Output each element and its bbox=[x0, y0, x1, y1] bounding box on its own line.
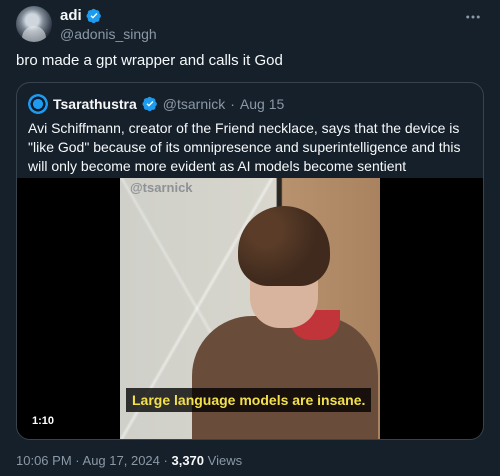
quoted-author-handle[interactable]: @tsarnick bbox=[163, 96, 225, 112]
tweet-header: adi @adonis_singh bbox=[16, 6, 484, 46]
author-name[interactable]: adi bbox=[60, 7, 82, 24]
tweet-time[interactable]: 10:06 PM bbox=[16, 453, 72, 468]
video-player[interactable]: @tsarnick Large language models are insa… bbox=[17, 178, 483, 439]
tweet-footer: 10:06 PM · Aug 17, 2024 · 3,370 Views bbox=[16, 453, 242, 468]
verified-badge-icon bbox=[142, 96, 157, 112]
video-watermark: @tsarnick bbox=[130, 180, 193, 195]
video-caption: Large language models are insane. bbox=[126, 388, 372, 412]
person-shirt bbox=[192, 316, 378, 439]
views-label: Views bbox=[207, 453, 243, 468]
separator-dot: · bbox=[75, 453, 80, 468]
quoted-tweet-text: Avi Schiffmann, creator of the Friend ne… bbox=[28, 120, 461, 174]
separator-dot: · bbox=[163, 453, 168, 468]
author-name-row: adi bbox=[60, 7, 102, 24]
more-dots-icon bbox=[466, 15, 480, 19]
quoted-tweet[interactable]: Tsarathustra @tsarnick · Aug 15 Avi Schi… bbox=[16, 82, 484, 440]
video-duration: 1:10 bbox=[29, 414, 58, 428]
person-hair bbox=[238, 206, 330, 286]
tweet-text: bro made a gpt wrapper and calls it God bbox=[16, 52, 283, 69]
author-avatar[interactable] bbox=[16, 6, 52, 42]
verified-badge-icon bbox=[86, 8, 101, 23]
separator-dot: · bbox=[230, 96, 235, 112]
author-handle[interactable]: @adonis_singh bbox=[60, 26, 157, 42]
more-icon[interactable] bbox=[464, 8, 482, 31]
views-count: 3,370 bbox=[171, 453, 205, 468]
quoted-tweet-date[interactable]: Aug 15 bbox=[240, 96, 284, 112]
quoted-author-avatar[interactable] bbox=[28, 94, 48, 114]
quoted-author-name[interactable]: Tsarathustra bbox=[53, 96, 137, 112]
tweet-date[interactable]: Aug 17, 2024 bbox=[83, 453, 160, 468]
quoted-tweet-header: Tsarathustra @tsarnick · Aug 15 bbox=[28, 94, 284, 114]
